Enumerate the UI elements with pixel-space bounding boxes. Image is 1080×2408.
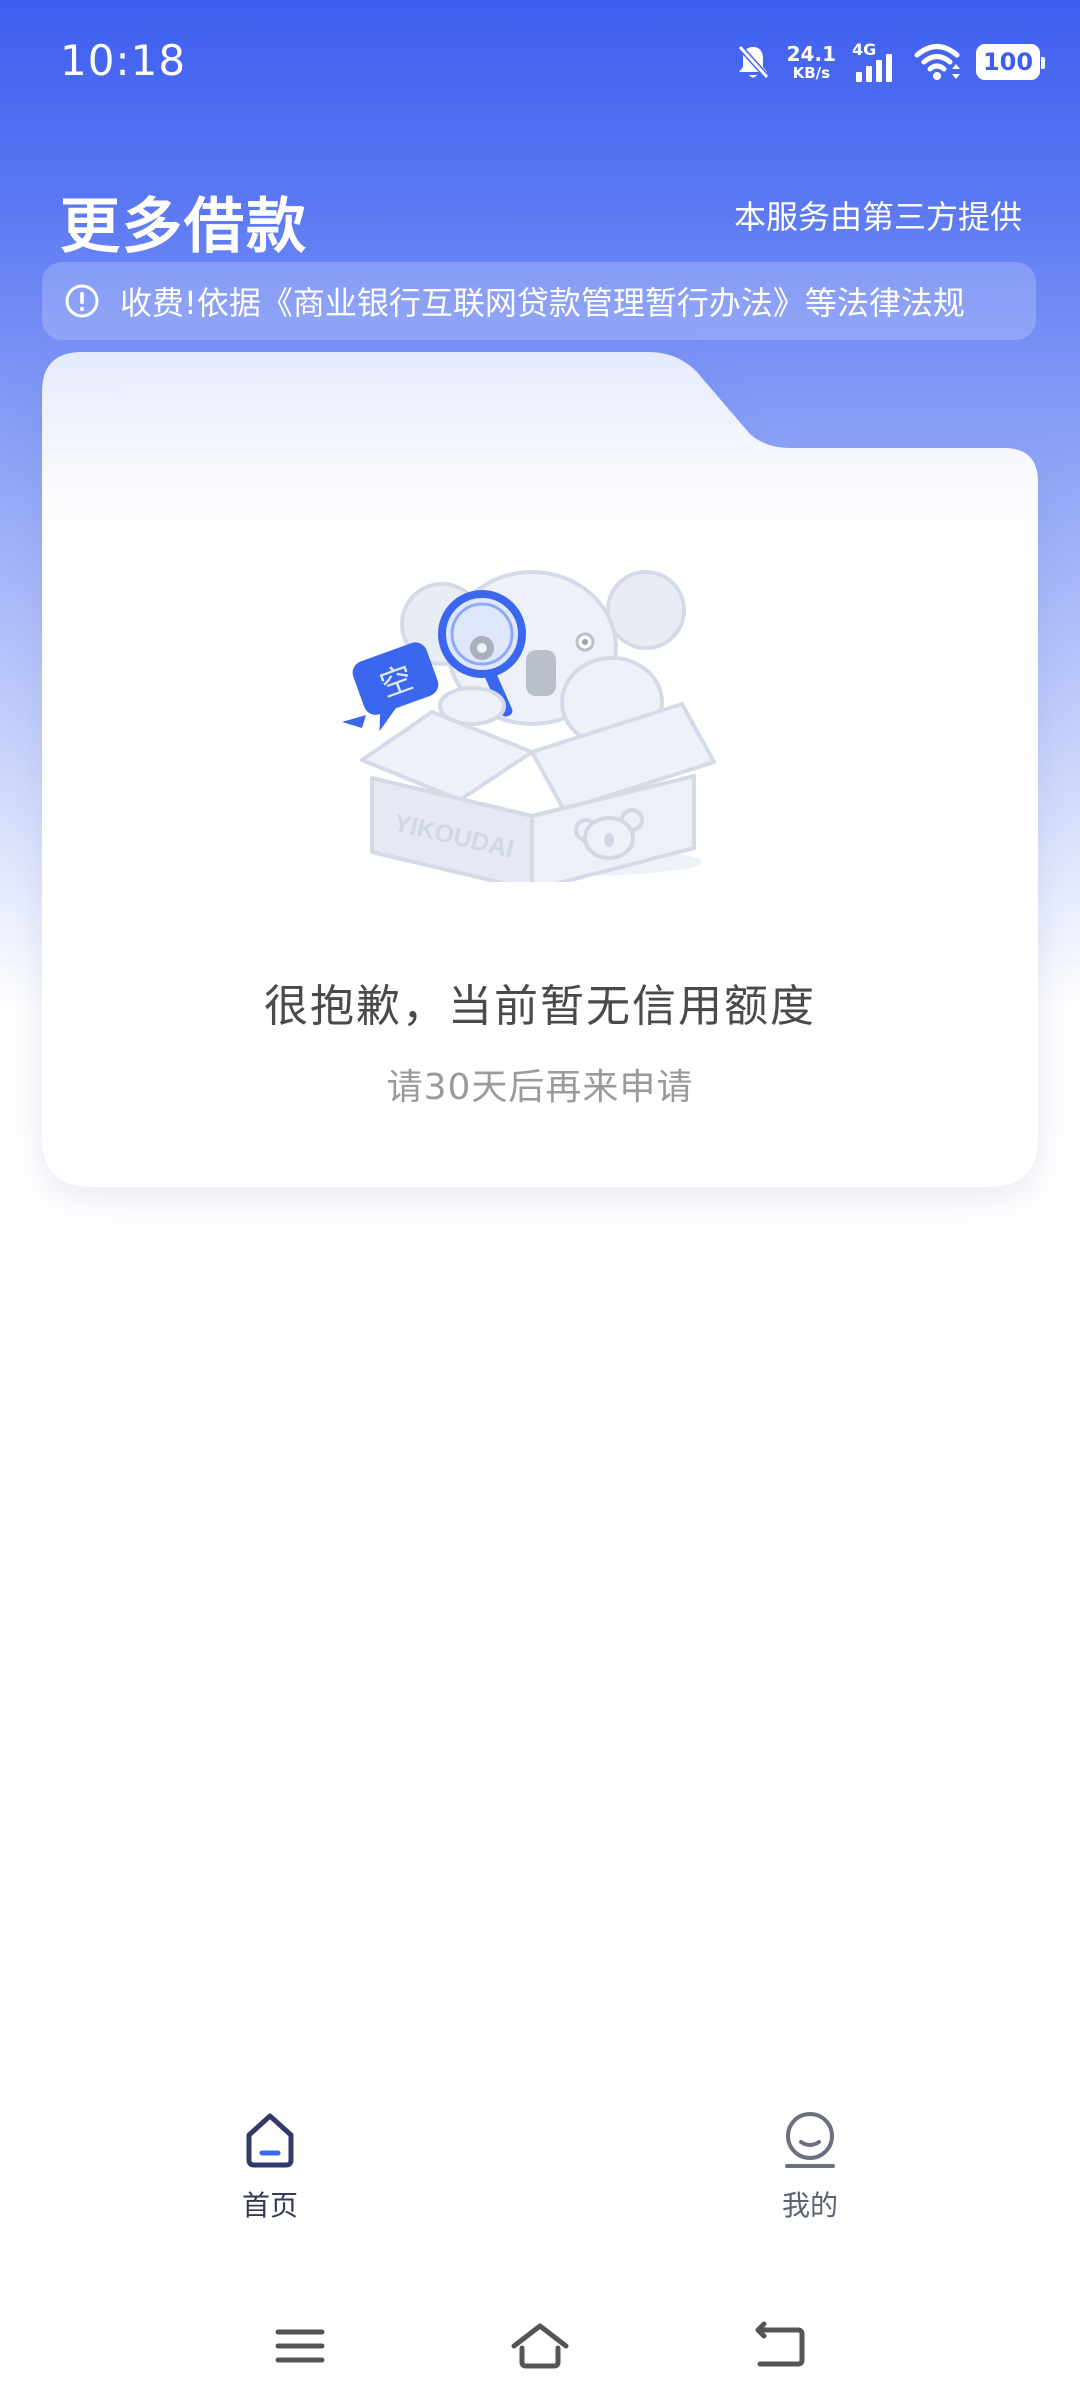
provider-note: 本服务由第三方提供 <box>733 198 1022 236</box>
home-icon <box>246 2113 294 2168</box>
tab-mine[interactable]: 我的 <box>690 2108 930 2258</box>
net-speed: 24.1 KB/s <box>787 44 836 81</box>
koala-in-box-illustration: 空 YIKOUDAI <box>342 570 716 882</box>
tab-mine-label: 我的 <box>781 2189 838 2222</box>
notice-bar[interactable]: 收费!依据《商业银行互联网贷款管理暂行办法》等法律法规 <box>42 262 1036 340</box>
system-nav-bar <box>0 2300 1080 2390</box>
battery-level: 100 <box>982 48 1034 76</box>
notice-text: 收费!依据《商业银行互联网贷款管理暂行办法》等法律法规 <box>120 284 965 322</box>
net-speed-unit: KB/s <box>792 63 831 82</box>
empty-state-title: 很抱歉，当前暂无信用额度 <box>264 981 816 1032</box>
menu-icon[interactable] <box>268 2320 332 2372</box>
page-title: 更多借款 <box>60 192 308 262</box>
tab-home-label: 首页 <box>241 2189 298 2222</box>
wifi-icon <box>914 44 960 80</box>
signal-icon: 4G <box>852 40 898 82</box>
status-icons: 24.1 KB/s 4G 100 <box>735 38 1045 86</box>
profile-icon <box>785 2112 835 2168</box>
net-speed-value: 24.1 <box>786 41 836 66</box>
status-bar: 10:18 24.1 KB/s 4G 100 <box>0 0 1080 125</box>
home-nav-icon[interactable] <box>508 2320 572 2372</box>
status-time: 10:18 <box>60 36 187 85</box>
battery-icon: 100 <box>976 44 1045 80</box>
tab-home[interactable]: 首页 <box>150 2108 390 2258</box>
empty-state-card: 空 YIKOUDAI 很抱歉，当前暂无信用额度 请30天后再来申请 <box>42 352 1038 1187</box>
empty-state-subtitle: 请30天后再来申请 <box>386 1067 694 1108</box>
info-circle-icon <box>65 284 99 318</box>
bottom-tab-bar: 首页 我的 <box>0 2108 1080 2258</box>
back-icon[interactable] <box>748 2320 812 2372</box>
mute-bell-icon <box>737 44 769 80</box>
